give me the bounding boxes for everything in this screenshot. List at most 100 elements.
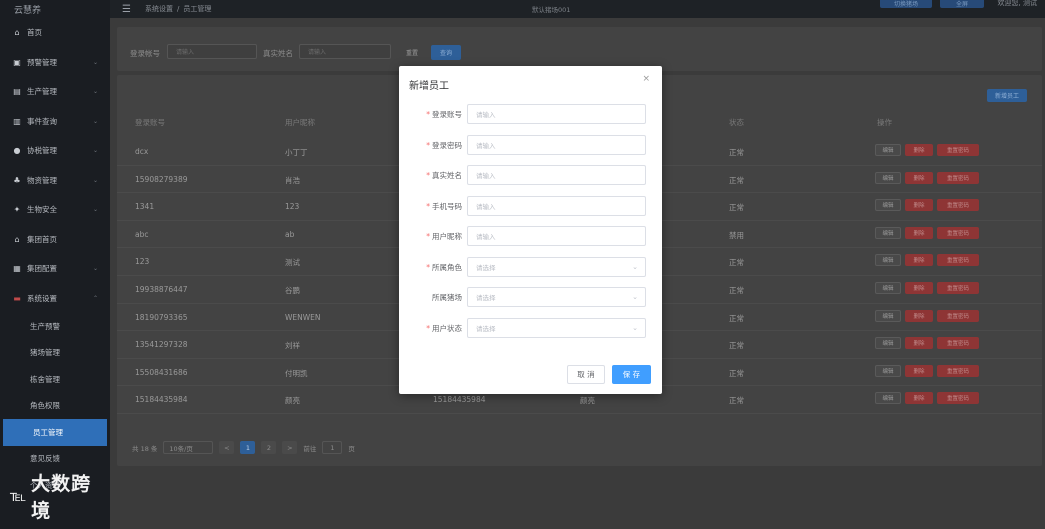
form-row: * 真实姓名 请输入 [399, 165, 662, 185]
cancel-button[interactable]: 取 消 [567, 365, 605, 384]
delete-button[interactable]: 删除 [905, 392, 933, 405]
field-input[interactable]: 请输入 [467, 134, 646, 155]
next-page-button[interactable]: > [282, 441, 298, 454]
field-placeholder: 请输入 [476, 202, 496, 211]
close-icon[interactable]: × [642, 74, 650, 84]
form-row: * 所属角色 请选择 ⌄ [399, 256, 662, 277]
form-row: * 用户昵称 请输入 [399, 226, 662, 246]
field-label-text: 真实姓名 [432, 171, 462, 180]
delete-button[interactable]: 删除 [905, 144, 933, 156]
edit-button[interactable]: 编辑 [875, 254, 901, 267]
sidebar-item-5[interactable]: ♣ 物资管理 ⌄ [0, 166, 110, 196]
edit-button[interactable]: 编辑 [875, 199, 901, 212]
reset-password-button[interactable]: 重置密码 [937, 309, 979, 322]
home-icon: ⌂ [14, 28, 20, 38]
sidebar-item-8[interactable]: ▦ 集团配置 ⌄ [0, 254, 110, 284]
cell-account: 15508431686 [135, 367, 188, 377]
field-input[interactable]: 请输入 [467, 104, 646, 124]
chevron-icon: ⌄ [92, 88, 98, 96]
sidebar-item-9[interactable]: ▬ 系统设置 ⌃ [0, 284, 110, 314]
cell-account: 1341 [135, 202, 155, 212]
delete-button[interactable]: 删除 [905, 337, 933, 350]
reset-password-button[interactable]: 重置密码 [937, 171, 979, 184]
delete-button[interactable]: 删除 [905, 364, 933, 377]
sidebar-subitem-0[interactable]: 生产预警 [0, 313, 110, 340]
field-placeholder: 请输入 [476, 111, 496, 119]
delete-button[interactable]: 删除 [905, 171, 933, 184]
prev-page-button[interactable]: < [219, 441, 235, 454]
edit-button[interactable]: 编辑 [875, 226, 901, 239]
required-mark: * [426, 201, 430, 211]
cell-nickname: 付明凯 [285, 368, 308, 378]
header-status: 状态 [729, 118, 744, 127]
delete-button[interactable]: 删除 [905, 254, 933, 267]
name-search-input[interactable]: 请输入 [299, 44, 391, 59]
account-search-input[interactable]: 请输入 [167, 44, 257, 59]
sidebar-subitem-4[interactable]: 员工管理 [3, 419, 107, 446]
row-actions: 编辑 删除 重置密码 [875, 171, 979, 184]
page-size-value: 10条/页 [169, 444, 193, 453]
edit-button[interactable]: 编辑 [875, 282, 901, 294]
cell-name: 颜亮 [580, 396, 595, 406]
reset-password-button[interactable]: 重置密码 [937, 199, 979, 212]
fullscreen-button[interactable]: 全屏 [940, 0, 984, 8]
delete-button[interactable]: 删除 [905, 309, 933, 322]
sidebar-subitem-3[interactable]: 角色权限 [0, 393, 110, 420]
field-select[interactable]: 请选择 ⌄ [467, 317, 646, 338]
delete-button[interactable]: 删除 [905, 282, 933, 294]
reset-password-button[interactable]: 重置密码 [937, 282, 979, 294]
sidebar-item-1[interactable]: ▣ 预警管理 ⌄ [0, 48, 110, 78]
reset-password-button[interactable]: 重置密码 [937, 226, 979, 239]
required-mark: * [426, 140, 430, 150]
breadcrumb-root[interactable]: 系统设置 [145, 5, 173, 13]
reset-button[interactable]: 重置 [400, 45, 424, 60]
network-icon: ♣ [13, 175, 21, 185]
field-input[interactable]: 请输入 [467, 195, 646, 216]
reset-password-button[interactable]: 重置密码 [937, 364, 979, 377]
field-input[interactable]: 请输入 [467, 165, 646, 185]
sidebar-subitem-2[interactable]: 栋舍管理 [0, 366, 110, 393]
save-button[interactable]: 保 存 [612, 365, 651, 384]
cell-nickname: 测试 [285, 258, 300, 268]
edit-button[interactable]: 编辑 [875, 171, 901, 184]
reset-password-button[interactable]: 重置密码 [937, 144, 979, 156]
cell-account: 123 [135, 257, 150, 267]
user-welcome[interactable]: 欢迎您, 测试 [998, 0, 1037, 8]
reset-password-button[interactable]: 重置密码 [937, 392, 979, 405]
field-placeholder: 请输入 [476, 141, 496, 150]
page-2-button[interactable]: 2 [261, 441, 277, 454]
chevron-down-icon: ⌄ [632, 323, 638, 332]
field-input[interactable]: 请输入 [467, 226, 646, 246]
query-button[interactable]: 查询 [431, 45, 461, 60]
add-employee-button[interactable]: 新增员工 [987, 89, 1027, 102]
page-size-select[interactable]: 10条/页 [163, 441, 214, 454]
edit-button[interactable]: 编辑 [875, 309, 901, 322]
search-doc-icon: ▥ [13, 116, 21, 126]
reset-password-button[interactable]: 重置密码 [937, 337, 979, 350]
edit-button[interactable]: 编辑 [875, 144, 901, 156]
cell-status: 正常 [729, 313, 744, 323]
field-select[interactable]: 请选择 ⌄ [467, 287, 646, 307]
menu-toggle-icon[interactable]: ☰ [122, 4, 131, 15]
edit-button[interactable]: 编辑 [875, 337, 901, 350]
sidebar-item-6[interactable]: ✦ 生物安全 ⌄ [0, 195, 110, 225]
edit-button[interactable]: 编辑 [875, 364, 901, 377]
sidebar-item-4[interactable]: ● 协税管理 ⌄ [0, 136, 110, 166]
field-select[interactable]: 请选择 ⌄ [467, 256, 646, 277]
cell-nickname: WENWEN [285, 312, 321, 322]
delete-button[interactable]: 删除 [905, 199, 933, 212]
page-1-button[interactable]: 1 [240, 441, 256, 454]
breadcrumb-separator: / [176, 5, 180, 13]
sidebar-subitem-1[interactable]: 猪场管理 [0, 340, 110, 367]
sidebar-item-0[interactable]: ⌂ 首页 [0, 18, 110, 48]
field-label-text: 用户昵称 [432, 232, 462, 241]
reset-password-button[interactable]: 重置密码 [937, 254, 979, 267]
sidebar-item-7[interactable]: ⌂ 集团首页 [0, 225, 110, 255]
edit-button[interactable]: 编辑 [875, 392, 901, 405]
sidebar-item-3[interactable]: ▥ 事件查询 ⌄ [0, 107, 110, 137]
sidebar-item-2[interactable]: ▤ 生产管理 ⌄ [0, 77, 110, 107]
cell-status: 正常 [729, 341, 744, 351]
switch-farm-button[interactable]: 切换猪场 [880, 0, 932, 8]
delete-button[interactable]: 删除 [905, 226, 933, 239]
goto-page-input[interactable]: 1 [322, 441, 343, 454]
